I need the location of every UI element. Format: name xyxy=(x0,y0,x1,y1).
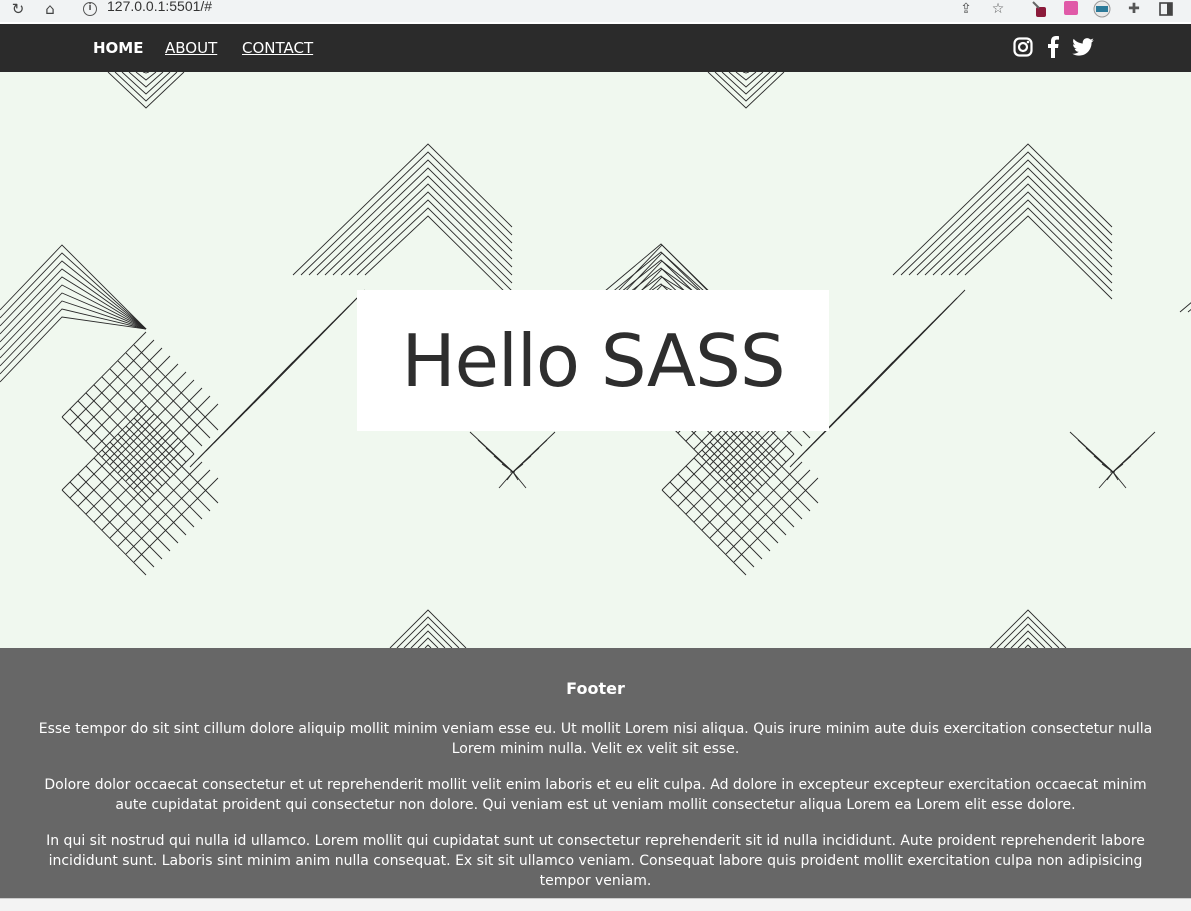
hero-title-box: Hello SASS xyxy=(357,290,829,431)
footer-paragraph: In qui sit nostrud qui nulla id ullamco.… xyxy=(46,833,1145,889)
bookmark-star-icon[interactable]: ☆ xyxy=(988,0,1008,18)
facebook-icon[interactable] xyxy=(1042,36,1064,58)
instagram-icon[interactable] xyxy=(1012,36,1034,58)
share-icon[interactable]: ⇪ xyxy=(956,0,976,18)
twitter-icon[interactable] xyxy=(1072,36,1094,58)
reload-icon[interactable]: ↻ xyxy=(8,0,28,18)
extension-icon[interactable] xyxy=(1092,0,1112,18)
address-bar[interactable]: i 127.0.0.1:5501/# xyxy=(74,0,1014,18)
hero-section: Hello SASS xyxy=(0,72,1191,648)
extension-icon[interactable] xyxy=(1030,0,1050,18)
url-text: 127.0.0.1:5501/# xyxy=(107,0,213,14)
nav-link-about[interactable]: ABOUT xyxy=(165,39,217,57)
nav-link-contact[interactable]: CONTACT xyxy=(242,39,313,57)
home-icon[interactable]: ⌂ xyxy=(40,0,60,18)
sidebar-icon[interactable] xyxy=(1156,0,1176,18)
site-info-icon[interactable]: i xyxy=(83,2,97,16)
main-navbar: HOME ABOUT CONTACT xyxy=(0,24,1191,72)
page-footer: Footer Esse tempor do sit sint cillum do… xyxy=(0,648,1191,898)
extension-icon[interactable] xyxy=(1061,0,1081,18)
footer-paragraph: Esse tempor do sit sint cillum dolore al… xyxy=(38,721,1153,757)
devtools-tab-strip xyxy=(0,898,1191,911)
hero-title: Hello SASS xyxy=(401,318,785,403)
browser-toolbar: ↻ ⌂ i 127.0.0.1:5501/# ⇪ ☆ ✚ xyxy=(0,0,1191,22)
footer-heading: Footer xyxy=(566,679,625,698)
nav-link-home[interactable]: HOME xyxy=(93,39,143,57)
footer-paragraph: Dolore dolor occaecat consectetur et ut … xyxy=(44,777,1147,813)
puzzle-icon[interactable]: ✚ xyxy=(1124,0,1144,18)
